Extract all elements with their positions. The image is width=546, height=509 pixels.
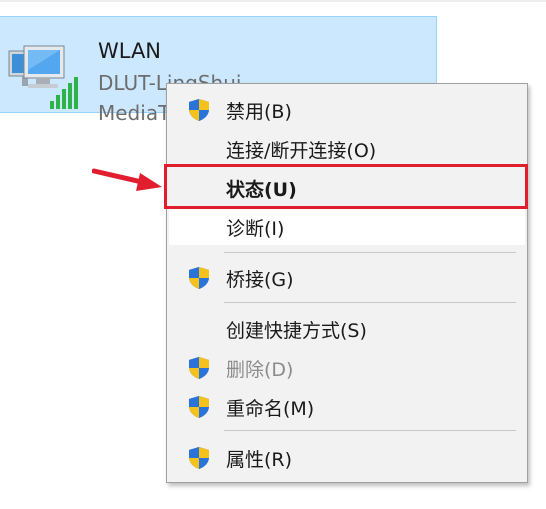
header-divider — [0, 0, 546, 2]
uac-shield-icon — [187, 266, 211, 290]
menu-item-label: 禁用(B) — [226, 101, 292, 123]
menu-item-rename[interactable]: 重命名(M) — [169, 387, 525, 425]
menu-separator — [224, 430, 516, 431]
uac-shield-icon — [187, 446, 211, 470]
menu-item-diagnose[interactable]: 诊断(I) — [169, 207, 525, 245]
menu-item-label: 属性(R) — [226, 449, 293, 471]
menu-item-connect-disconnect[interactable]: 连接/断开连接(O) — [169, 129, 525, 167]
menu-item-label: 诊断(I) — [226, 218, 285, 240]
adapter-device-name: MediaT — [98, 101, 171, 125]
menu-item-label: 删除(D) — [226, 359, 294, 381]
menu-item-create-shortcut[interactable]: 创建快捷方式(S) — [169, 309, 525, 347]
menu-item-label: 桥接(G) — [226, 269, 294, 291]
uac-shield-icon — [187, 98, 211, 122]
menu-item-bridge[interactable]: 桥接(G) — [169, 258, 525, 296]
network-adapter-icon — [8, 45, 78, 109]
menu-item-label: 创建快捷方式(S) — [226, 320, 367, 342]
context-menu: 禁用(B) 连接/断开连接(O) 状态(U) 诊断(I) 桥接(G) 创建快捷方… — [166, 83, 528, 483]
menu-item-label: 重命名(M) — [226, 398, 315, 420]
annotation-highlight-box — [164, 164, 528, 209]
uac-shield-icon — [187, 356, 211, 380]
menu-item-label: 连接/断开连接(O) — [226, 140, 377, 162]
menu-item-disable[interactable]: 禁用(B) — [169, 90, 525, 128]
annotation-arrow-icon — [92, 168, 162, 191]
menu-separator — [224, 302, 516, 303]
adapter-name: WLAN — [98, 39, 162, 63]
menu-item-delete: 删除(D) — [169, 348, 525, 386]
menu-item-properties[interactable]: 属性(R) — [169, 438, 525, 476]
menu-separator — [224, 252, 516, 253]
uac-shield-icon — [187, 395, 211, 419]
